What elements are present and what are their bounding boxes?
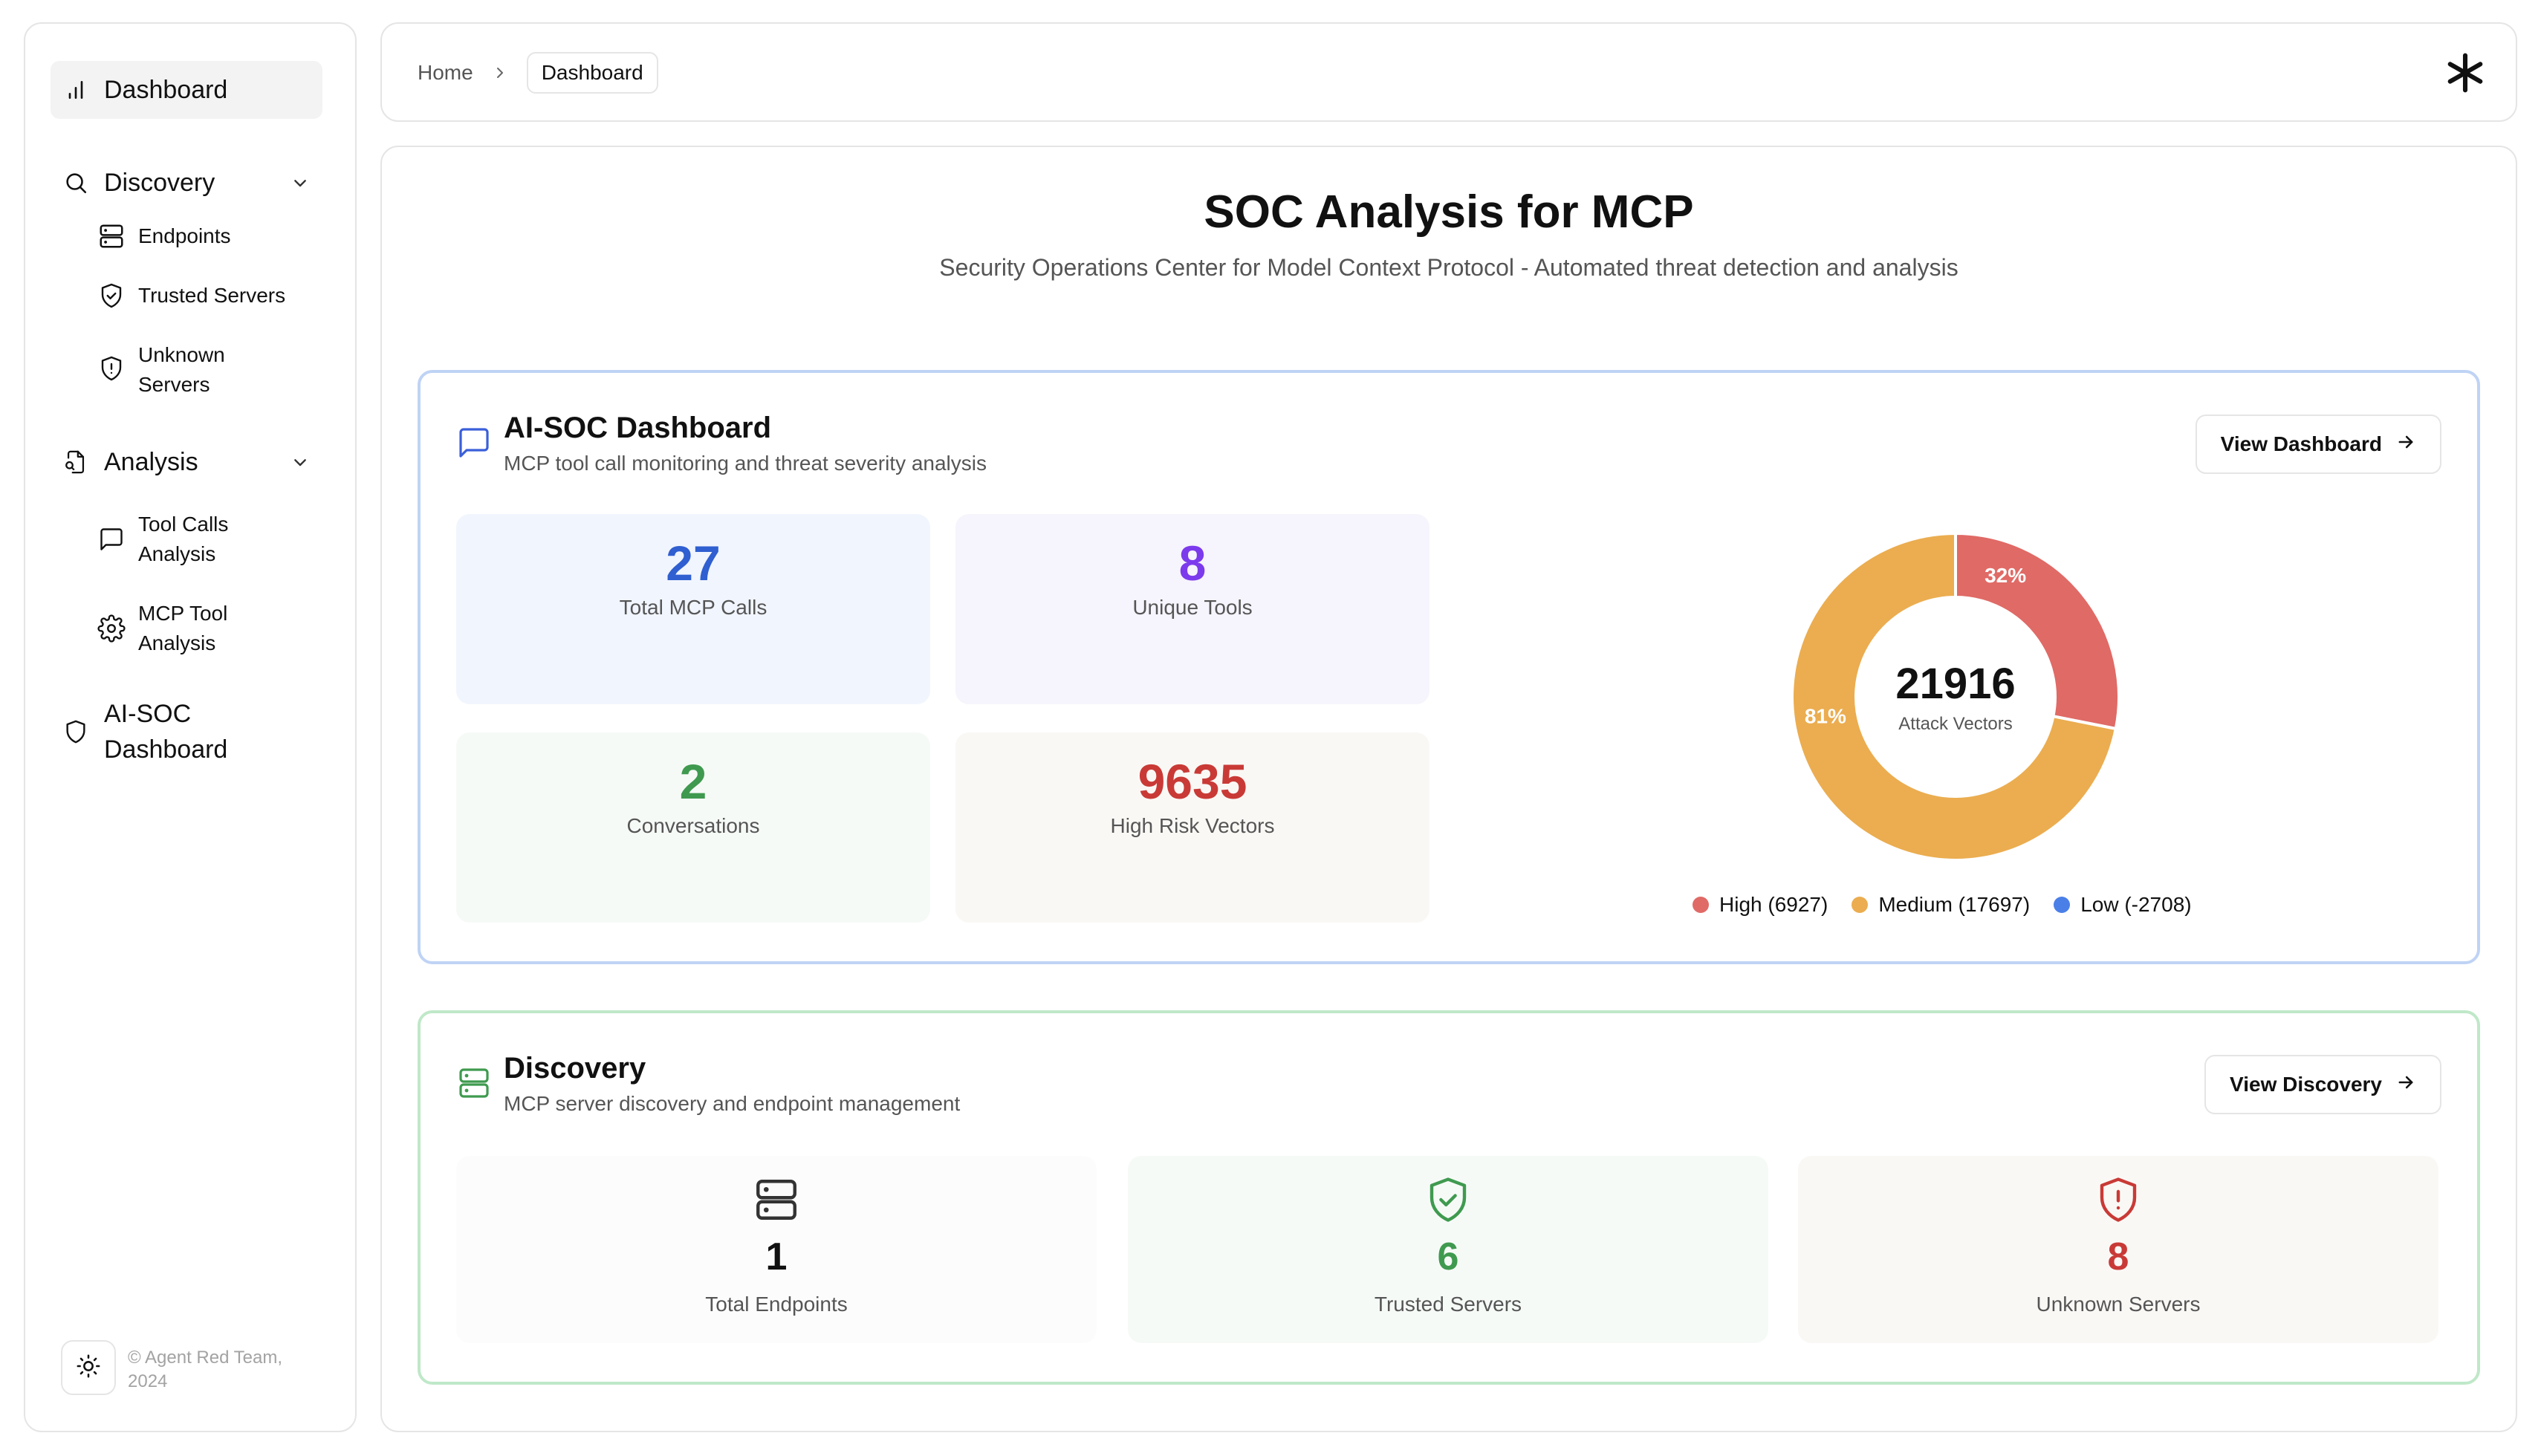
- arrow-right-icon: [2395, 432, 2416, 458]
- server-icon: [97, 221, 126, 251]
- page-subtitle: Security Operations Center for Model Con…: [939, 254, 1959, 281]
- sidebar-item-ai-soc-dashboard[interactable]: AI-SOC Dashboard: [51, 691, 322, 773]
- sidebar-item-tool-calls-analysis[interactable]: Tool Calls Analysis: [97, 510, 319, 569]
- legend-item-medium: Medium (17697): [1852, 893, 2030, 917]
- stat-value: 8: [1178, 536, 1207, 591]
- donut-slice-label: 32%: [1985, 564, 2026, 587]
- sun-icon: [76, 1353, 101, 1382]
- gear-icon: [97, 614, 126, 643]
- chart-center-value: 21916: [1895, 660, 2015, 708]
- message-square-icon: [456, 425, 492, 461]
- asterisk-logo-icon[interactable]: [2444, 52, 2486, 94]
- stat-label: High Risk Vectors: [1110, 814, 1275, 837]
- chart-center-label: Attack Vectors: [1898, 714, 2012, 734]
- sidebar-item-label: Analysis: [104, 448, 198, 476]
- legend-swatch: [1693, 897, 1709, 913]
- stat-value: 27: [666, 536, 721, 591]
- discovery-card: Discovery MCP server discovery and endpo…: [418, 1010, 2480, 1385]
- theme-toggle-button[interactable]: [61, 1340, 116, 1395]
- sidebar-item-label: MCP Tool Analysis: [138, 602, 228, 654]
- stat-trusted-servers: 6 Trusted Servers: [1128, 1156, 1768, 1343]
- sidebar-item-label: Unknown Servers: [138, 343, 225, 396]
- arrow-right-icon: [2395, 1072, 2416, 1098]
- search-icon: [61, 168, 91, 198]
- stat-label: Unknown Servers: [2036, 1293, 2201, 1316]
- sidebar-item-trusted-servers[interactable]: Trusted Servers: [97, 281, 319, 311]
- legend-item-high: High (6927): [1693, 893, 1828, 917]
- stat-unknown-servers: 8 Unknown Servers: [1798, 1156, 2438, 1343]
- main-content: SOC Analysis for MCP Security Operations…: [380, 146, 2517, 1432]
- chevron-right-icon: [491, 64, 509, 82]
- stat-label: Conversations: [626, 814, 760, 837]
- stat-total-endpoints: 1 Total Endpoints: [456, 1156, 1097, 1343]
- legend-swatch: [1852, 897, 1869, 913]
- legend-swatch: [2054, 897, 2071, 913]
- stat-value: 9635: [1138, 754, 1247, 809]
- server-icon: [752, 1175, 801, 1224]
- shield-alert-icon: [97, 354, 126, 383]
- sidebar-item-label: Endpoints: [138, 224, 231, 247]
- shield-icon: [61, 717, 91, 747]
- stat-label: Unique Tools: [1132, 596, 1253, 619]
- view-discovery-button[interactable]: View Discovery: [2204, 1055, 2441, 1114]
- section-subtitle: MCP tool call monitoring and threat seve…: [504, 452, 987, 475]
- shield-check-icon: [97, 281, 126, 311]
- section-subtitle: MCP server discovery and endpoint manage…: [504, 1092, 961, 1115]
- sidebar-item-label: Trusted Servers: [138, 284, 286, 307]
- stat-value: 1: [765, 1235, 788, 1278]
- page-title: SOC Analysis for MCP: [1204, 186, 1694, 238]
- server-icon: [456, 1065, 492, 1101]
- file-analysis-icon: [61, 447, 91, 477]
- legend-label: Medium (17697): [1878, 893, 2031, 916]
- stat-label: Total Endpoints: [705, 1293, 848, 1316]
- sidebar: Dashboard Discovery Endpoints Trusted Se…: [24, 22, 357, 1432]
- stat-unique-tools: 8 Unique Tools: [955, 514, 1429, 704]
- chevron-down-icon[interactable]: [288, 450, 312, 474]
- stat-high-risk-vectors: 9635 High Risk Vectors: [955, 732, 1429, 923]
- attack-vectors-donut-chart: 32% 81% 21916 Attack Vectors: [1785, 526, 2126, 868]
- sidebar-item-discovery[interactable]: Discovery: [51, 159, 322, 207]
- app-root: Dashboard Discovery Endpoints Trusted Se…: [0, 0, 2541, 1456]
- breadcrumb-home-link[interactable]: Home: [418, 61, 473, 85]
- copyright-text: © Agent Red Team, 2024: [128, 1348, 283, 1391]
- chart-legend: High (6927) Medium (17697) Low (-2708): [1693, 893, 2192, 917]
- section-title: AI-SOC Dashboard: [504, 412, 772, 444]
- legend-label: High (6927): [1719, 893, 1828, 916]
- chevron-down-icon[interactable]: [288, 171, 312, 195]
- stat-value: 8: [2107, 1235, 2129, 1278]
- breadcrumb-current: Dashboard: [526, 52, 658, 94]
- sidebar-item-label: Tool Calls Analysis: [138, 513, 229, 565]
- stat-total-mcp-calls: 27 Total MCP Calls: [456, 514, 930, 704]
- stat-value: 6: [1437, 1235, 1459, 1278]
- message-square-icon: [97, 524, 126, 554]
- button-label: View Discovery: [2230, 1073, 2382, 1096]
- stat-label: Trusted Servers: [1374, 1293, 1522, 1316]
- view-dashboard-button[interactable]: View Dashboard: [2195, 415, 2441, 474]
- sidebar-item-analysis[interactable]: Analysis: [51, 438, 322, 486]
- sidebar-item-dashboard[interactable]: Dashboard: [51, 61, 322, 119]
- bar-chart-icon: [61, 75, 91, 105]
- section-title: Discovery: [504, 1052, 646, 1085]
- ai-soc-dashboard-card: AI-SOC Dashboard MCP tool call monitorin…: [418, 370, 2480, 964]
- top-bar: Home Dashboard: [380, 22, 2517, 122]
- breadcrumb: Home Dashboard: [418, 51, 658, 95]
- shield-check-icon: [1424, 1175, 1473, 1224]
- sidebar-item-label: AI-SOC Dashboard: [104, 700, 228, 764]
- donut-slice-label: 81%: [1805, 705, 1846, 728]
- shield-alert-icon: [2094, 1175, 2143, 1224]
- sidebar-item-endpoints[interactable]: Endpoints: [97, 221, 319, 251]
- legend-item-low: Low (-2708): [2054, 893, 2192, 917]
- sidebar-item-label: Discovery: [104, 169, 215, 197]
- sidebar-item-mcp-tool-analysis[interactable]: MCP Tool Analysis: [97, 599, 319, 658]
- stat-label: Total MCP Calls: [619, 596, 768, 619]
- sidebar-item-label: Dashboard: [104, 76, 228, 104]
- stat-conversations: 2 Conversations: [456, 732, 930, 923]
- stat-value: 2: [679, 754, 707, 809]
- legend-label: Low (-2708): [2080, 893, 2192, 916]
- sidebar-item-unknown-servers[interactable]: Unknown Servers: [97, 340, 319, 400]
- button-label: View Dashboard: [2220, 432, 2382, 455]
